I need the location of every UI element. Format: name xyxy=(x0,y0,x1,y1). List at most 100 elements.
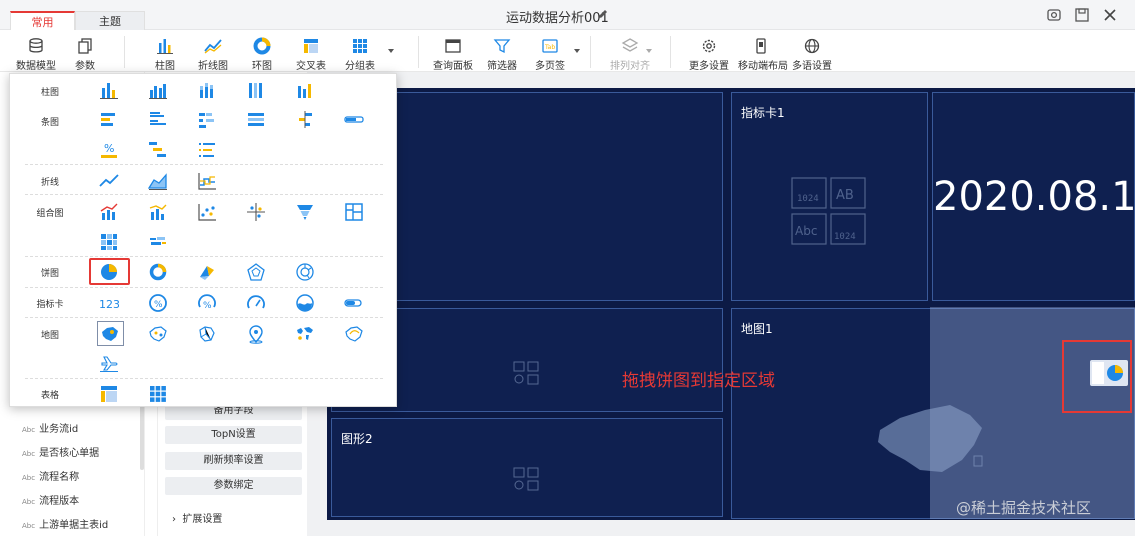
arrange-more-caret[interactable] xyxy=(646,49,652,53)
multi-language-button[interactable]: 多语设置 xyxy=(789,32,835,72)
percent-label-icon[interactable]: % xyxy=(99,140,119,160)
area-chart-icon[interactable] xyxy=(148,171,168,191)
topn-settings-button[interactable]: TopN设置 xyxy=(165,426,302,444)
expand-label: 扩展设置 xyxy=(182,514,223,525)
more-settings-button[interactable]: 更多设置 xyxy=(686,32,732,72)
range-bar-icon[interactable] xyxy=(295,80,315,100)
percent-bar-icon[interactable] xyxy=(246,80,266,100)
rose-chart-icon[interactable] xyxy=(197,262,217,282)
capture-icon[interactable] xyxy=(1046,7,1062,23)
params-button[interactable]: 参数 xyxy=(62,32,108,72)
grouped-bar-icon[interactable] xyxy=(148,80,168,100)
gallery-row-label: 柱图 xyxy=(40,88,59,98)
title-bar: 常用 主题 运动数据分析001 xyxy=(0,0,1135,30)
stacked-hbar-icon[interactable] xyxy=(197,110,217,130)
grouped-hbar-icon[interactable] xyxy=(148,110,168,130)
group-table-icon[interactable] xyxy=(148,384,168,404)
donut-chart-icon[interactable] xyxy=(148,262,168,282)
svg-text:%: % xyxy=(154,300,163,310)
liquid-fill-icon[interactable] xyxy=(295,293,315,313)
tab-common[interactable]: 常用 xyxy=(10,11,75,30)
crosstab-icon[interactable] xyxy=(99,384,119,404)
param-binding-button[interactable]: 参数绑定 xyxy=(165,477,302,495)
svg-text:AB: AB xyxy=(836,188,854,203)
scatter-map-icon[interactable] xyxy=(148,324,168,344)
location-pin-icon[interactable] xyxy=(246,324,266,344)
step-line-icon[interactable] xyxy=(197,171,217,191)
china-map-icon xyxy=(878,405,983,472)
horizontal-bar-icon[interactable] xyxy=(99,110,119,130)
field-item[interactable]: Abc 流程版本 xyxy=(22,492,79,507)
toolbar-divider xyxy=(670,36,671,68)
group-table-button[interactable]: 分组表 xyxy=(337,32,383,72)
scatter-icon[interactable] xyxy=(197,202,217,222)
field-list-scrollbar[interactable] xyxy=(140,400,144,470)
toolbar-divider xyxy=(418,36,419,68)
diverging-bar-icon[interactable] xyxy=(295,110,315,130)
field-item[interactable]: Abc 上游单据主表id xyxy=(22,516,108,531)
percent-ring-icon[interactable]: % xyxy=(148,293,168,313)
radar-chart-icon[interactable] xyxy=(246,262,266,282)
word-cloud-icon[interactable] xyxy=(148,232,168,252)
stacked-bar-icon[interactable] xyxy=(197,80,217,100)
progress-kpi-icon[interactable] xyxy=(344,293,364,313)
sunburst-icon[interactable] xyxy=(295,262,315,282)
filter-icon xyxy=(493,39,511,54)
line-chart-icon[interactable] xyxy=(99,171,119,191)
multi-tab-button[interactable]: Tab 多页签 xyxy=(527,32,573,72)
query-panel-button[interactable]: 查询面板 xyxy=(430,32,476,72)
pie-chart-icon[interactable] xyxy=(99,262,119,282)
tab-more-caret[interactable] xyxy=(574,49,580,53)
field-item[interactable]: Abc 流程名称 xyxy=(22,468,79,483)
field-item[interactable]: Abc 业务流id xyxy=(22,420,78,435)
number-card-icon[interactable]: 123 xyxy=(99,293,119,313)
dragging-pie-chart[interactable] xyxy=(1090,360,1128,386)
progress-bar-icon[interactable] xyxy=(344,110,364,130)
refresh-rate-button[interactable]: 刷新频率设置 xyxy=(165,452,302,470)
treemap-icon[interactable] xyxy=(344,202,364,222)
gantt-icon[interactable] xyxy=(148,140,168,160)
document-title: 运动数据分析001 xyxy=(506,11,609,26)
data-model-button[interactable]: 数据模型 xyxy=(13,32,59,72)
ring-chart-button[interactable]: 环图 xyxy=(239,32,285,72)
quadrant-icon[interactable] xyxy=(246,202,266,222)
dual-axis-icon[interactable] xyxy=(148,202,168,222)
expand-settings[interactable]: › 扩展设置 xyxy=(172,510,222,525)
flow-map-icon[interactable] xyxy=(344,324,364,344)
mobile-layout-button[interactable]: 移动端布局 xyxy=(738,32,788,72)
field-item[interactable]: Abc 是否核心单据 xyxy=(22,444,99,459)
line-chart-button[interactable]: 折线图 xyxy=(190,32,236,72)
region-map-icon[interactable] xyxy=(197,324,217,344)
percent-hbar-icon[interactable] xyxy=(246,110,266,130)
gallery-divider xyxy=(25,164,383,165)
line-chart-icon xyxy=(204,39,222,54)
kpi-date-value: 2020.08.1 xyxy=(933,174,1135,220)
flight-map-icon[interactable] xyxy=(99,353,119,373)
chart-more-caret[interactable] xyxy=(388,49,394,53)
list-bar-icon[interactable] xyxy=(197,140,217,160)
crosstab-button[interactable]: 交叉表 xyxy=(288,32,334,72)
gallery-divider xyxy=(25,287,383,288)
gauge-icon[interactable] xyxy=(246,293,266,313)
bar-chart-button[interactable]: 柱图 xyxy=(142,32,188,72)
china-map-icon[interactable] xyxy=(100,324,120,344)
world-map-icon[interactable] xyxy=(295,324,315,344)
funnel-icon[interactable] xyxy=(295,202,315,222)
toolbar-label: 柱图 xyxy=(155,61,175,72)
bar-chart-icon[interactable] xyxy=(99,80,119,100)
save-icon[interactable] xyxy=(1074,7,1090,23)
edit-title-icon[interactable] xyxy=(597,8,609,20)
bar-chart-icon xyxy=(157,39,173,54)
tab-theme[interactable]: 主题 xyxy=(75,11,145,30)
heatmap-icon[interactable] xyxy=(99,232,119,252)
field-name: 上游单据主表id xyxy=(39,520,109,531)
toolbar-label: 数据模型 xyxy=(16,61,56,72)
filter-button[interactable]: 筛选器 xyxy=(479,32,525,72)
kpi-placeholder-icon: 1024 AB Abc 1024 xyxy=(791,177,866,245)
close-icon[interactable] xyxy=(1102,7,1118,23)
percent-gauge-icon[interactable]: % xyxy=(197,293,217,313)
bar-line-combo-icon[interactable] xyxy=(99,202,119,222)
toolbar-label: 查询面板 xyxy=(433,61,473,72)
drag-instruction: 拖拽饼图到指定区域 xyxy=(622,371,775,391)
layers-icon xyxy=(621,38,639,52)
